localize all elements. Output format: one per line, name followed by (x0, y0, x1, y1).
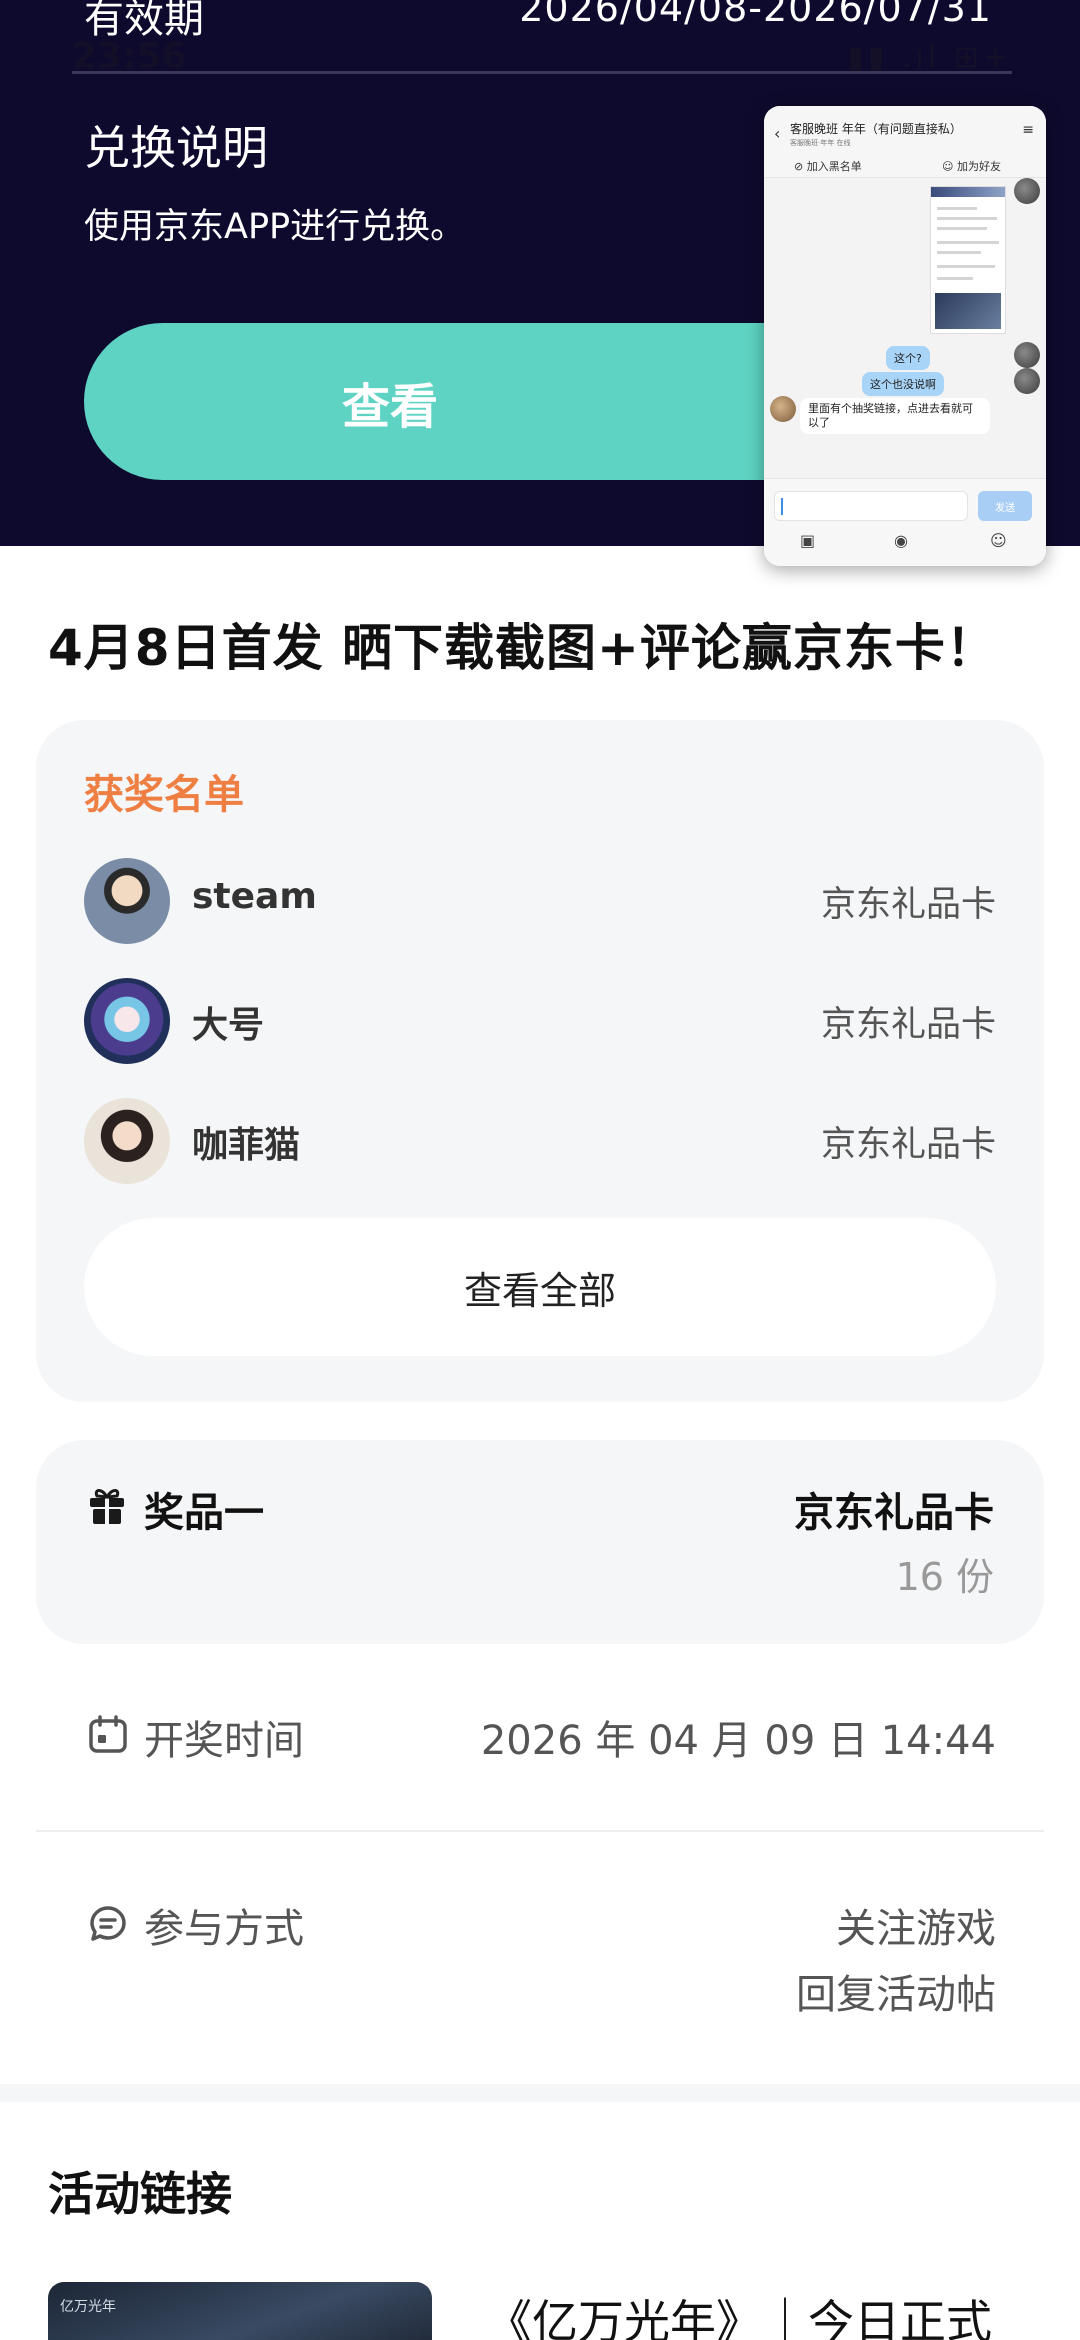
section-gap (0, 2084, 1080, 2102)
winner-row[interactable]: steam 京东礼品卡 (84, 858, 996, 944)
prize-name: 京东礼品卡 (794, 1490, 994, 1536)
avatar (84, 1098, 170, 1184)
send-button[interactable]: 发送 (978, 491, 1032, 521)
chat-actions: ⊘ 加入黑名单 ☺ 加为好友 (764, 156, 1046, 178)
chat-input-bar: 发送 ▣ ◉ ☺ (764, 478, 1046, 566)
winner-row[interactable]: 咖菲猫 京东礼品卡 (84, 1098, 996, 1184)
participation-method: 关注游戏 (836, 1906, 996, 1952)
link-thumbnail[interactable]: 亿万光年 (48, 2282, 432, 2340)
chat-title: 客服晚班 年年（有问题直接私） (790, 122, 962, 136)
winner-name: 咖菲猫 (192, 1125, 301, 1166)
winner-prize: 京东礼品卡 (820, 1005, 996, 1045)
image-icon[interactable]: ▣ (800, 531, 815, 550)
chat-screenshot-thumbnail[interactable]: ‹ 客服晚班 年年（有问题直接私） 客服晚班·年年 在线 ≡ ⊘ 加入黑名单 ☺… (764, 106, 1046, 566)
participation-method: 回复活动帖 (796, 1972, 996, 2018)
status-bar: 23:56 ▮▮ .ıl ⊞+ (72, 36, 1012, 77)
chat-header: ‹ 客服晚班 年年（有问题直接私） 客服晚班·年年 在线 ≡ ⊘ 加入黑名单 ☺… (764, 106, 1046, 178)
avatar (84, 858, 170, 944)
activity-headline: 4月8日首发 晒下载截图+评论赢京东卡！ (48, 619, 997, 677)
block-button[interactable]: ⊘ 加入黑名单 (794, 158, 862, 174)
winner-name: steam (192, 876, 317, 917)
winners-title: 获奖名单 (84, 772, 244, 818)
redeem-title: 兑换说明 (84, 121, 268, 175)
divider (36, 1830, 1044, 1832)
validity-value: 2026/04/08-2026/07/31 (519, 0, 992, 30)
emoji-icon[interactable]: ☺ (990, 531, 1007, 550)
status-icons: ▮▮ .ıl ⊞+ (847, 40, 1012, 75)
winners-card: 获奖名单 steam 京东礼品卡 大号 京东礼品卡 咖菲猫 京东礼品卡 查看全部 (36, 720, 1044, 1402)
draw-time-value: 2026 年 04 月 09 日 14:44 (480, 1718, 996, 1764)
chat-message: 这个也没说啊 (862, 372, 944, 396)
winner-prize: 京东礼品卡 (820, 885, 996, 925)
shared-screenshot[interactable] (930, 186, 1006, 334)
draw-time-label: 开奖时间 (144, 1718, 304, 1764)
activity-links-title: 活动链接 (48, 2167, 232, 2221)
view-all-button[interactable]: 查看全部 (84, 1218, 996, 1356)
calendar-icon (89, 1715, 127, 1753)
participation-label: 参与方式 (144, 1906, 304, 1952)
comment-icon (90, 1906, 126, 1941)
prize-card: 奖品一 京东礼品卡 16 份 (36, 1440, 1044, 1644)
chat-subtitle: 客服晚班·年年 在线 (790, 139, 851, 147)
link-thumbnail-logo: 亿万光年 (60, 2299, 116, 2315)
winner-name: 大号 (192, 1005, 265, 1046)
status-time: 23:56 (72, 36, 187, 77)
back-arrow-icon[interactable]: ‹ (774, 124, 780, 143)
chat-body: 这个? 这个也没说啊 里面有个抽奖链接，点进去看就可以了 (764, 178, 1046, 478)
view-button-label: 查看 (341, 378, 438, 435)
chat-message: 这个? (886, 346, 930, 370)
chat-message: 里面有个抽奖链接，点进去看就可以了 (800, 398, 990, 434)
chat-input[interactable] (774, 491, 968, 521)
prize-label: 奖品一 (144, 1490, 264, 1536)
camera-icon[interactable]: ◉ (894, 531, 908, 550)
link-title[interactable]: 《亿万光年》｜今日正式 (486, 2286, 992, 2340)
page: 有效期 2026/04/08-2026/07/31 23:56 ▮▮ .ıl ⊞… (0, 0, 1080, 2340)
add-friend-button[interactable]: ☺ 加为好友 (942, 158, 1001, 174)
menu-icon[interactable]: ≡ (1022, 122, 1034, 138)
redeem-description: 使用京东APP进行兑换。 (84, 207, 466, 247)
prize-quantity: 16 份 (895, 1555, 994, 1599)
gift-icon (90, 1489, 124, 1524)
avatar (84, 978, 170, 1064)
winner-row[interactable]: 大号 京东礼品卡 (84, 978, 996, 1064)
winner-prize: 京东礼品卡 (820, 1125, 996, 1165)
